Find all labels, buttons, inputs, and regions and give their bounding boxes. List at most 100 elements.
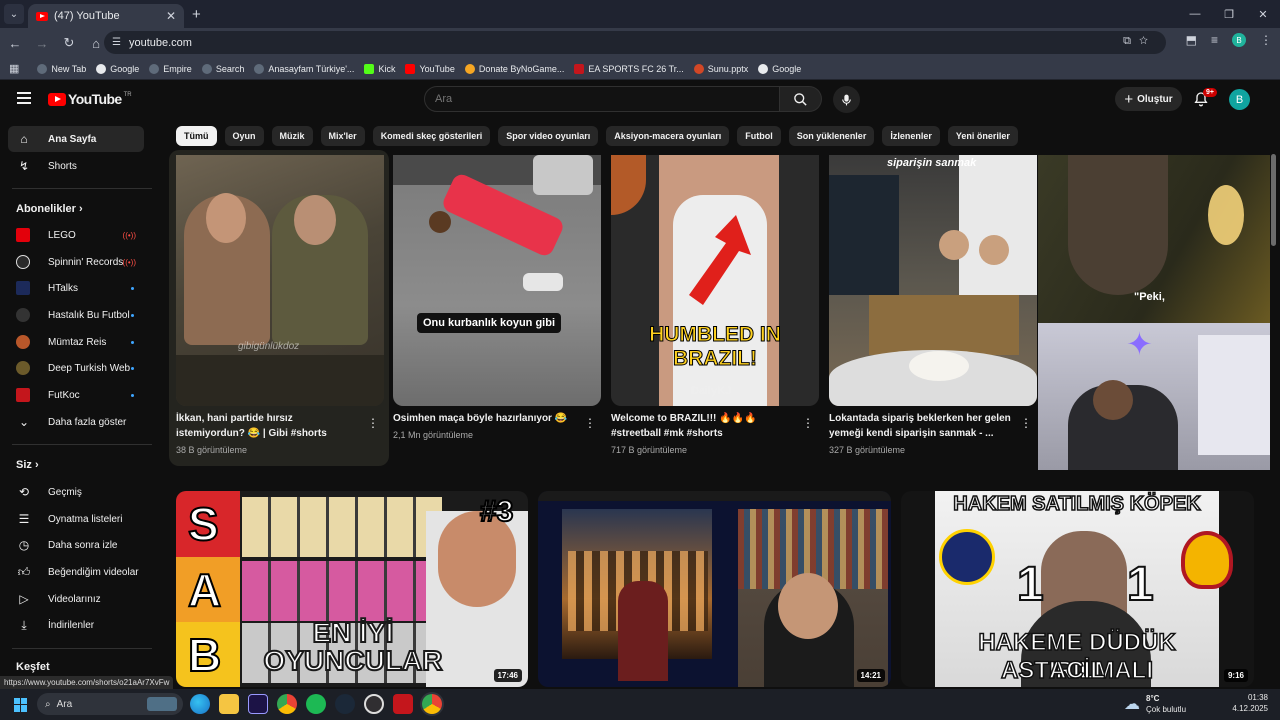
- sidebar-show-more[interactable]: ⌄ Daha fazla göster: [8, 409, 144, 435]
- spotify-icon[interactable]: [306, 694, 326, 714]
- more-actions-icon[interactable]: ⋮: [1020, 416, 1032, 430]
- weather-widget[interactable]: ☁ 8°C Çok bulutlu: [1124, 693, 1186, 715]
- taskbar-search[interactable]: ⌕ Ara: [37, 693, 183, 715]
- youtube-logo[interactable]: YouTube TR: [48, 91, 132, 107]
- more-actions-icon[interactable]: ⋮: [367, 416, 379, 430]
- bookmark-item[interactable]: Google: [96, 63, 139, 74]
- sidebar-item-downloads[interactable]: ⤓ İndirilenler: [8, 612, 144, 638]
- obs-icon[interactable]: [364, 694, 384, 714]
- short-title[interactable]: Lokantada sipariş beklerken her gelen yem…: [829, 411, 1017, 441]
- site-info-icon[interactable]: ☰: [112, 37, 121, 48]
- sidebar-item-hastalik-bu-futbol[interactable]: Hastalık Bu Futbol: [8, 302, 144, 328]
- chip-sports-games[interactable]: Spor video oyunları: [498, 126, 599, 146]
- video-thumbnail[interactable]: 14:21: [538, 491, 891, 687]
- edge-icon[interactable]: [190, 694, 210, 714]
- browser-menu-icon[interactable]: ⋮: [1260, 33, 1272, 47]
- sidebar-item-playlists[interactable]: ☰ Oynatma listeleri: [8, 506, 144, 532]
- voice-search-button[interactable]: [833, 86, 860, 113]
- sidebar-item-futkoc[interactable]: FutKoc: [8, 382, 144, 408]
- you-heading[interactable]: Siz ›: [16, 459, 39, 471]
- steam-icon[interactable]: [335, 694, 355, 714]
- app-icon[interactable]: [393, 694, 413, 714]
- sidebar-item-watch-later[interactable]: ◷ Daha sonra izle: [8, 532, 144, 558]
- back-icon[interactable]: ←: [3, 36, 27, 51]
- short-thumbnail[interactable]: gibigünlükdoz: [176, 155, 384, 406]
- sidebar-item-liked-videos[interactable]: 👍︎ Beğendiğim videolar: [8, 559, 144, 585]
- close-tab-icon[interactable]: ✕: [166, 9, 176, 23]
- bookmark-item[interactable]: Donate ByNoGame...: [464, 63, 564, 74]
- cast-and-bookmark-icons[interactable]: ⧉☆: [1123, 35, 1156, 48]
- globe-icon: [149, 63, 160, 74]
- chip-watched[interactable]: İzlenenler: [882, 126, 940, 146]
- chip-football[interactable]: Futbol: [737, 126, 781, 146]
- chip-gaming[interactable]: Oyun: [224, 126, 264, 146]
- windows-taskbar: ⌕ Ara ☁ 8°C Çok bulutlu 01:38 4.12.2025: [0, 689, 1280, 720]
- short-title[interactable]: Welcome to BRAZIL!!! 🔥🔥🔥 #streetball #mk …: [611, 411, 791, 441]
- minimize-icon[interactable]: —: [1178, 0, 1212, 28]
- fenerbahce-crest-icon: [939, 529, 995, 585]
- short-thumbnail[interactable]: siparişin sanmak: [829, 155, 1037, 406]
- sidebar-item-home[interactable]: ⌂ Ana Sayfa: [8, 126, 144, 152]
- sidebar-item-deep-turkish-web[interactable]: Deep Turkish Web: [8, 355, 144, 381]
- short-title[interactable]: İkkan, hani partide hırsız istemiyordun? …: [176, 411, 356, 441]
- new-tab-button[interactable]: +: [192, 6, 201, 23]
- sidebar-item-your-videos[interactable]: ▷ Videolarınız: [8, 586, 144, 612]
- chrome-active-icon[interactable]: [422, 694, 442, 714]
- page-scrollbar[interactable]: [1271, 154, 1276, 246]
- browser-tab-youtube[interactable]: (47) YouTube ✕: [28, 4, 184, 28]
- chip-all[interactable]: Tümü: [176, 126, 217, 146]
- bookmark-item[interactable]: YouTube: [405, 63, 455, 74]
- browser-profile-avatar[interactable]: B: [1232, 33, 1246, 47]
- sidebar-item-shorts[interactable]: ↯ Shorts: [8, 153, 144, 179]
- search-input[interactable]: [424, 86, 781, 112]
- bookmark-item[interactable]: Anasayfam Türkiye'...: [254, 63, 354, 74]
- file-explorer-icon[interactable]: [219, 694, 239, 714]
- extensions-icon[interactable]: ⬒: [1186, 33, 1197, 47]
- chip-comedy-sketches[interactable]: Komedi skeç gösterileri: [372, 126, 491, 146]
- taskbar-apps: [190, 694, 442, 714]
- bookmark-item[interactable]: Empire: [149, 63, 192, 74]
- video-thumbnail[interactable]: S A B #3 EN İYİ OYUNCULAR 17:46: [176, 491, 528, 687]
- chip-music[interactable]: Müzik: [271, 126, 313, 146]
- more-actions-icon[interactable]: ⋮: [802, 416, 814, 430]
- view-count: 327 B görüntüleme: [829, 445, 906, 455]
- sidebar-item-spinnin-records[interactable]: Spinnin' Records ((•)): [8, 249, 144, 275]
- clock[interactable]: 01:38 4.12.2025: [1232, 692, 1268, 714]
- maximize-icon[interactable]: ❐: [1212, 0, 1246, 28]
- short-thumbnail[interactable]: HUMBLED IN BRAZIL! DailyKJ: [611, 155, 819, 406]
- create-button[interactable]: + Oluştur: [1115, 87, 1182, 111]
- bookmark-item[interactable]: Kick: [364, 63, 395, 74]
- bookmark-item[interactable]: Google: [758, 63, 801, 74]
- chrome-icon[interactable]: [277, 694, 297, 714]
- search-button[interactable]: [780, 86, 822, 112]
- short-preview-player[interactable]: "Peki, ✦: [1038, 155, 1270, 470]
- reading-list-icon[interactable]: ≡: [1211, 33, 1218, 47]
- forward-icon[interactable]: →: [30, 36, 54, 51]
- sidebar-item-mumtaz-reis[interactable]: Mümtaz Reis: [8, 329, 144, 355]
- chip-recently-uploaded[interactable]: Son yüklenenler: [788, 126, 875, 146]
- apps-grid-icon[interactable]: ▦: [9, 62, 19, 75]
- chip-new-to-you[interactable]: Yeni öneriler: [947, 126, 1018, 146]
- chip-action-adventure[interactable]: Aksiyon-macera oyunları: [606, 126, 730, 146]
- sidebar-item-htalks[interactable]: HTalks: [8, 275, 144, 301]
- sidebar-item-lego[interactable]: LEGO ((•)): [8, 222, 144, 248]
- reload-icon[interactable]: ↻: [57, 35, 81, 51]
- short-title[interactable]: Osimhen maça böyle hazırlanıyor 😂: [393, 411, 573, 426]
- bookmark-item[interactable]: EA SPORTS FC 26 Tr...: [574, 63, 684, 74]
- chip-mixes[interactable]: Mix'ler: [320, 126, 365, 146]
- windows-start-icon[interactable]: [14, 697, 28, 712]
- address-bar[interactable]: ☰ youtube.com ⧉☆: [104, 31, 1166, 54]
- more-actions-icon[interactable]: ⋮: [584, 416, 596, 430]
- subscriptions-heading[interactable]: Abonelikler ›: [16, 203, 83, 215]
- menu-icon[interactable]: [17, 92, 31, 104]
- bookmark-item[interactable]: Search: [201, 63, 244, 74]
- tab-search-button[interactable]: ⌄: [4, 4, 24, 24]
- account-avatar[interactable]: B: [1229, 89, 1250, 110]
- premiere-icon[interactable]: [248, 694, 268, 714]
- short-thumbnail[interactable]: Onu kurbanlık koyun gibi: [393, 155, 601, 406]
- sidebar-item-history[interactable]: ⟲ Geçmiş: [8, 479, 144, 505]
- close-window-icon[interactable]: ✕: [1246, 0, 1280, 28]
- video-thumbnail[interactable]: HAKEM SATILMIŞ KÖPEK 1 1 HAKEME DÜDÜK AS…: [901, 491, 1254, 687]
- bookmark-item[interactable]: New Tab: [37, 63, 86, 74]
- bookmark-item[interactable]: Sunu.pptx: [693, 63, 748, 74]
